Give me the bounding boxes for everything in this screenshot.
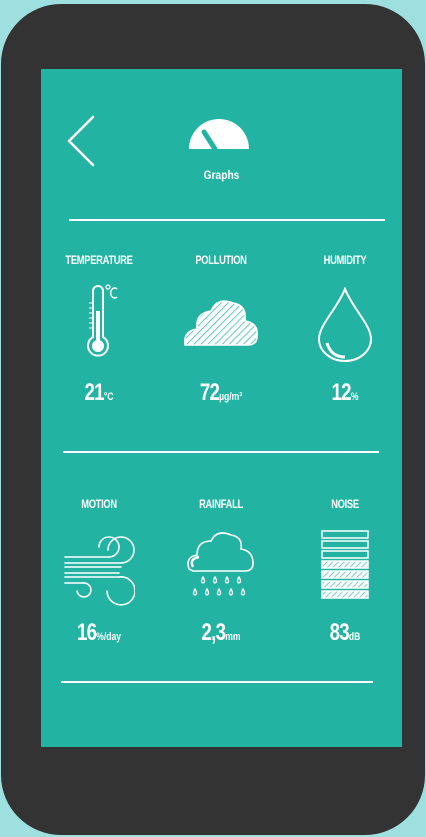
metric-value: 21°C (84, 379, 114, 406)
metric-value: 83dB (329, 619, 361, 646)
metric-label: NOISE (331, 497, 359, 511)
metric-humidity[interactable]: HUMIDITY 12% (285, 253, 402, 413)
header-divider (69, 219, 385, 221)
metric-label: HUMIDITY (323, 253, 367, 267)
gauge-icon (187, 117, 251, 152)
footer-divider (61, 681, 373, 683)
metric-motion[interactable]: MOTION 16%/day (41, 497, 159, 657)
metric-value: 72µg/m³ (199, 379, 243, 406)
water-drop-icon (317, 287, 373, 362)
rain-cloud-icon (187, 532, 254, 596)
section-divider (63, 451, 379, 453)
back-button[interactable] (63, 113, 97, 169)
metric-value: 16%/day (76, 619, 122, 646)
noise-bars-icon (321, 530, 369, 599)
metric-label: POLLUTION (195, 253, 247, 267)
metric-rainfall[interactable]: RAINFALL 2,3mm (161, 497, 281, 657)
wind-icon (64, 536, 135, 606)
metric-label: TEMPERATURE (65, 253, 133, 267)
chevron-left-icon (67, 115, 95, 167)
metric-noise[interactable]: NOISE 83dB (285, 497, 402, 657)
cloud-icon (184, 300, 258, 346)
thermometer-icon (87, 284, 118, 357)
metric-label: RAINFALL (199, 497, 243, 511)
metric-label: MOTION (81, 497, 117, 511)
phone-frame: Graphs TEMPERATURE 21°C POLLUTION 72µg/m… (1, 4, 425, 835)
metric-value: 2,3mm (201, 619, 241, 646)
metric-temperature[interactable]: TEMPERATURE 21°C (41, 253, 159, 413)
app-screen: Graphs TEMPERATURE 21°C POLLUTION 72µg/m… (41, 69, 402, 747)
metric-pollution[interactable]: POLLUTION 72µg/m³ (161, 253, 281, 413)
metric-value: 12% (331, 379, 359, 406)
page-title: Graphs (203, 168, 240, 182)
